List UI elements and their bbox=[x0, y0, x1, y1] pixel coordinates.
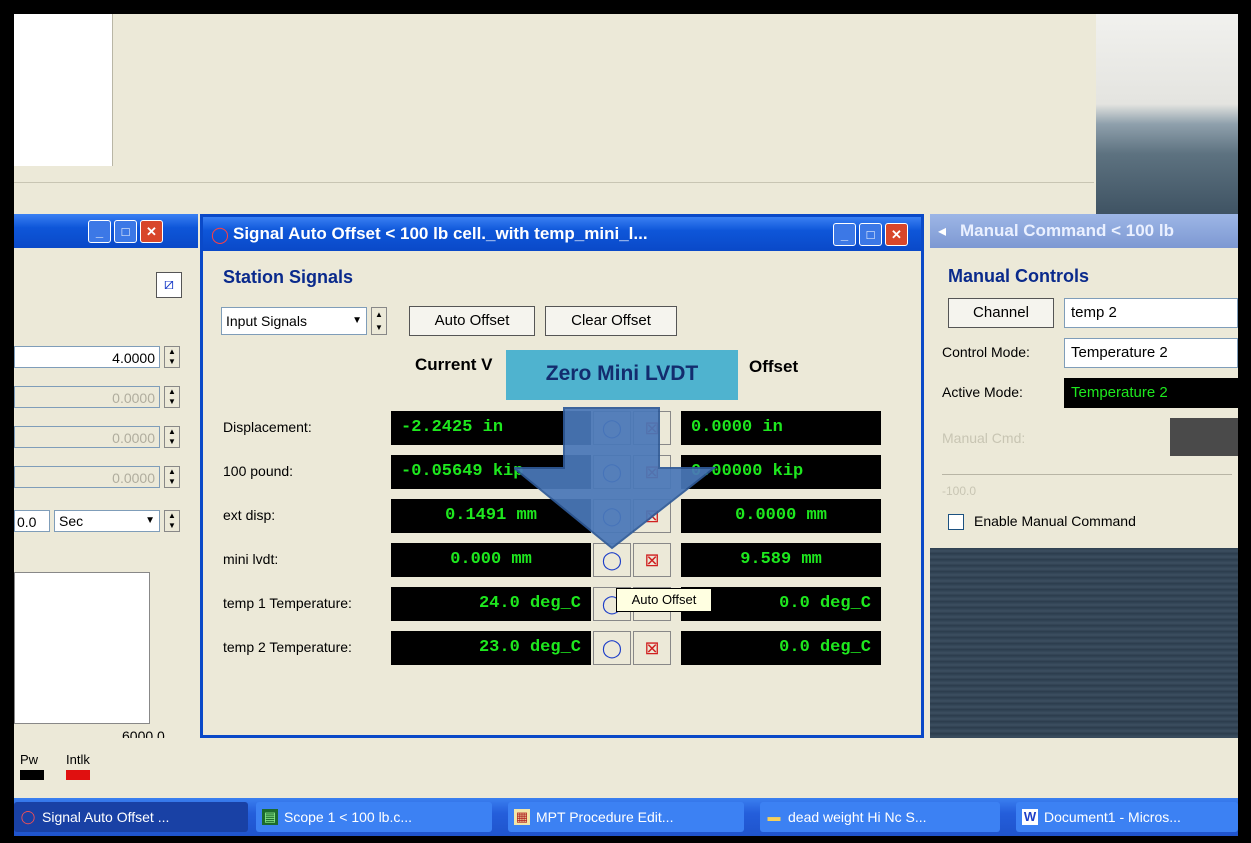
signal-type-select[interactable]: Input Signals ▼ bbox=[221, 307, 367, 335]
manual-cmd-label: Manual Cmd: bbox=[942, 430, 1026, 446]
word-icon: W bbox=[1022, 809, 1038, 825]
slider-min-label: -100.0 bbox=[942, 484, 977, 498]
enable-manual-label: Enable Manual Command bbox=[974, 513, 1136, 529]
scale-spinner[interactable]: ▲ ▼ bbox=[164, 346, 180, 368]
current-value: 24.0 deg_C bbox=[391, 587, 591, 621]
row-label: 100 pound: bbox=[223, 463, 294, 479]
legend-pw: Pw bbox=[20, 752, 39, 767]
time-field[interactable]: 0.0 bbox=[14, 510, 50, 532]
manual-command-window: ◂ Manual Command < 100 lb Manual Control… bbox=[930, 214, 1238, 548]
legend-intlk-swatch bbox=[66, 770, 90, 780]
current-value-header: Current V bbox=[415, 355, 493, 374]
enable-manual-checkbox[interactable] bbox=[948, 514, 964, 530]
row-label: ext disp: bbox=[223, 507, 276, 523]
taskbar-item-label: Scope 1 < 100 lb.c... bbox=[284, 809, 413, 825]
offset-spinner-2: ▲ ▼ bbox=[164, 426, 180, 448]
control-mode-label: Control Mode: bbox=[942, 344, 1030, 360]
app-icon: ◯ bbox=[211, 227, 229, 244]
close-button[interactable]: ✕ bbox=[140, 220, 163, 243]
taskbar-item-label: dead weight Hi Nc S... bbox=[788, 809, 927, 825]
time-spinner[interactable]: ▲ ▼ bbox=[164, 510, 180, 532]
maximize-button[interactable]: □ bbox=[114, 220, 137, 243]
chart-icon[interactable]: ⧄ bbox=[156, 272, 182, 298]
offset-spinner-1: ▲ ▼ bbox=[164, 386, 180, 408]
scope-titlebar: _ □ ✕ bbox=[14, 214, 198, 248]
legend-intlk: Intlk bbox=[66, 752, 90, 767]
taskbar-item-folder[interactable]: ▬ dead weight Hi Nc S... bbox=[760, 802, 1000, 832]
channel-button[interactable]: Channel bbox=[948, 298, 1054, 328]
row-label: Displacement: bbox=[223, 419, 312, 435]
section-title: Station Signals bbox=[223, 267, 354, 287]
taskbar-item-scope[interactable]: ▤ Scope 1 < 100 lb.c... bbox=[256, 802, 492, 832]
offset-field-3: 0.0000 bbox=[14, 466, 160, 488]
procedure-icon: ▦ bbox=[514, 809, 530, 825]
command-slider bbox=[942, 470, 1232, 475]
auto-offset-tooltip: Auto Offset bbox=[616, 588, 712, 612]
main-minimize-button[interactable]: _ bbox=[833, 223, 856, 246]
active-mode-label: Active Mode: bbox=[942, 384, 1023, 400]
window-title: Signal Auto Offset < 100 lb cell._with t… bbox=[233, 224, 648, 243]
manual-section-title: Manual Controls bbox=[948, 266, 1090, 286]
current-value: 23.0 deg_C bbox=[391, 631, 591, 665]
manual-app-icon: ◂ bbox=[938, 223, 947, 240]
legend-pw-swatch bbox=[20, 770, 44, 780]
scale-field[interactable]: 4.0000 bbox=[14, 346, 160, 368]
offset-spinner-3: ▲ ▼ bbox=[164, 466, 180, 488]
row-label: temp 2 Temperature: bbox=[223, 639, 352, 655]
time-unit-value: Sec bbox=[59, 513, 84, 529]
offset-value: 0.0 deg_C bbox=[681, 631, 881, 665]
zero-mini-lvdt-callout: Zero Mini LVDT bbox=[506, 350, 738, 400]
taskbar-item-label: Document1 - Micros... bbox=[1044, 809, 1181, 825]
auto-offset-button[interactable]: Auto Offset bbox=[409, 306, 535, 336]
offset-field-1: 0.0000 bbox=[14, 386, 160, 408]
signal-type-value: Input Signals bbox=[226, 313, 307, 329]
row-label: mini lvdt: bbox=[223, 551, 279, 567]
main-close-button[interactable]: ✕ bbox=[885, 223, 908, 246]
taskbar: ◯ Signal Auto Offset ... ▤ Scope 1 < 100… bbox=[14, 798, 1238, 836]
screen: _ □ ✕ ⧄ 4.0000 ▲ ▼ 0.0000 ▲ ▼ 0.0000 ▲ ▼ 0.… bbox=[14, 14, 1238, 836]
scope-plot bbox=[14, 572, 150, 724]
channel-input[interactable]: temp 2 bbox=[1064, 298, 1238, 328]
background-panel bbox=[14, 14, 113, 166]
folder-icon: ▬ bbox=[767, 809, 781, 824]
taskbar-item-document[interactable]: W Document1 - Micros... bbox=[1016, 802, 1238, 832]
taskbar-item-label: MPT Procedure Edit... bbox=[536, 809, 674, 825]
background-window bbox=[14, 14, 1094, 214]
taskbar-item-signal-auto-offset[interactable]: ◯ Signal Auto Offset ... bbox=[14, 802, 248, 832]
background-image bbox=[930, 548, 1238, 748]
scope-window: _ □ ✕ ⧄ 4.0000 ▲ ▼ 0.0000 ▲ ▼ 0.0000 ▲ ▼ 0.… bbox=[14, 214, 198, 744]
background-image bbox=[1096, 14, 1238, 214]
manual-window-title: Manual Command < 100 lb bbox=[960, 221, 1174, 240]
down-arrow-icon bbox=[514, 407, 717, 550]
auto-offset-icon[interactable]: ◯ bbox=[593, 631, 631, 665]
scope-icon: ▤ bbox=[262, 809, 278, 825]
clear-offset-button[interactable]: Clear Offset bbox=[545, 306, 677, 336]
active-mode-value: Temperature 2 bbox=[1064, 378, 1238, 408]
manual-cmd-value bbox=[1170, 418, 1238, 456]
offset-header: Offset bbox=[749, 357, 799, 376]
signal-type-spinner[interactable]: ▲ ▼ bbox=[371, 307, 387, 335]
control-mode-select[interactable]: Temperature 2 bbox=[1064, 338, 1238, 368]
taskbar-item-label: Signal Auto Offset ... bbox=[42, 809, 170, 825]
manual-titlebar: ◂ Manual Command < 100 lb bbox=[930, 214, 1238, 248]
clear-offset-icon[interactable]: ⊠ bbox=[633, 631, 671, 665]
main-maximize-button[interactable]: □ bbox=[859, 223, 882, 246]
offset-field-2: 0.0000 bbox=[14, 426, 160, 448]
dropdown-arrow-icon: ▼ bbox=[352, 315, 362, 326]
divider bbox=[14, 182, 1094, 183]
taskbar-item-procedure-editor[interactable]: ▦ MPT Procedure Edit... bbox=[508, 802, 744, 832]
time-unit-select[interactable]: Sec ▼ bbox=[54, 510, 160, 532]
main-titlebar: ◯ Signal Auto Offset < 100 lb cell._with… bbox=[203, 217, 921, 251]
minimize-button[interactable]: _ bbox=[88, 220, 111, 243]
row-label: temp 1 Temperature: bbox=[223, 595, 352, 611]
dropdown-arrow-icon: ▼ bbox=[145, 515, 155, 526]
status-area: Pw Intlk bbox=[14, 738, 1238, 798]
signal-icon: ◯ bbox=[20, 809, 36, 824]
